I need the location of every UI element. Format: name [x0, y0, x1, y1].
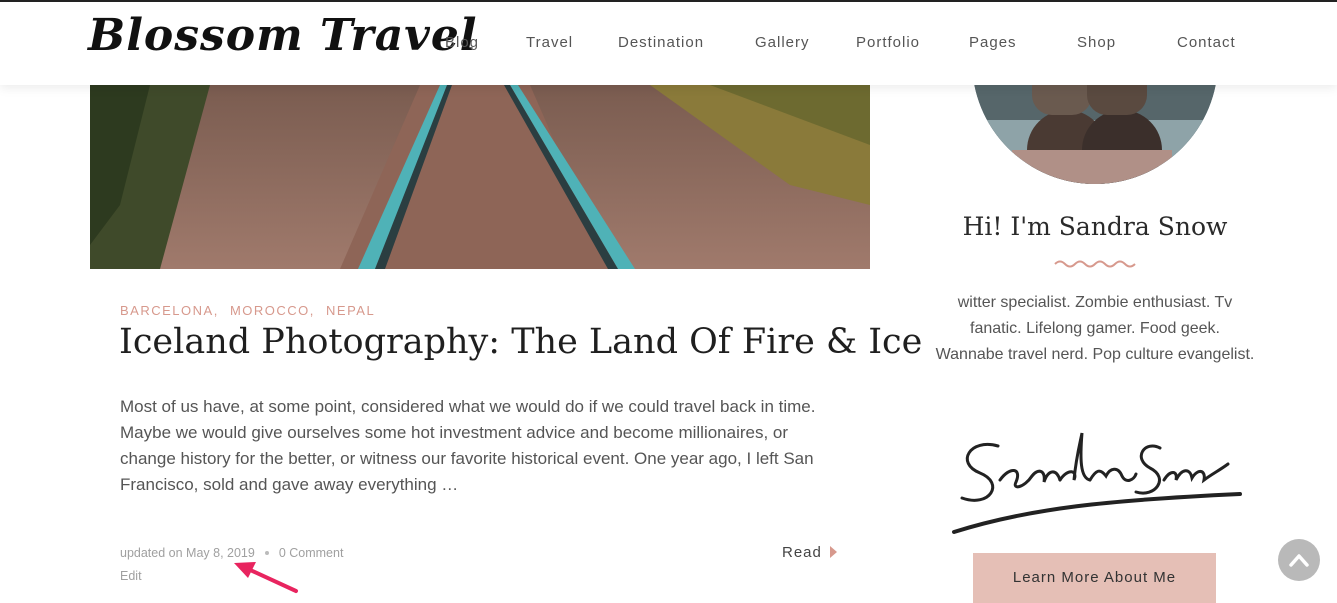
category-link[interactable]: BARCELONA,: [120, 303, 219, 318]
nav-portfolio[interactable]: Portfolio: [856, 34, 920, 51]
separator-dot: [264, 551, 269, 555]
learn-more-button[interactable]: Learn More About Me: [973, 553, 1216, 603]
author-greeting: Hi! I'm Sandra Snow: [962, 212, 1228, 241]
category-link[interactable]: NEPAL: [326, 303, 375, 318]
post-categories: BARCELONA, MOROCCO, NEPAL: [120, 303, 381, 318]
nav-blog[interactable]: Blog: [445, 34, 479, 51]
nav-shop[interactable]: Shop: [1077, 34, 1116, 51]
wave-icon: [1054, 260, 1136, 268]
nav-gallery[interactable]: Gallery: [755, 34, 810, 51]
post-edit-link[interactable]: Edit: [120, 569, 142, 583]
main-nav: Blog Travel Destination Gallery Portfoli…: [0, 34, 1337, 58]
read-more-link[interactable]: Read: [782, 544, 837, 561]
site-header: Blossom Travel Blog Travel Destination G…: [0, 2, 1337, 85]
railway-image: [90, 85, 870, 269]
nav-travel[interactable]: Travel: [526, 34, 573, 51]
caret-right-icon: [829, 546, 837, 558]
post-title[interactable]: Iceland Photography: The Land Of Fire & …: [119, 322, 922, 362]
read-more-label: Read: [782, 544, 822, 561]
annotation-arrow-icon: [234, 562, 298, 593]
top-border: [0, 0, 1337, 2]
scroll-to-top-button[interactable]: [1278, 539, 1320, 581]
nav-destination[interactable]: Destination: [618, 34, 704, 51]
chevron-up-icon: [1289, 554, 1309, 567]
author-bio: witter specialist. Zombie enthusiast. Tv…: [935, 294, 1255, 363]
author-signature: [952, 432, 1242, 534]
post-featured-image[interactable]: [90, 85, 870, 269]
post-excerpt: Most of us have, at some point, consider…: [120, 397, 816, 494]
nav-contact[interactable]: Contact: [1177, 34, 1236, 51]
nav-pages[interactable]: Pages: [969, 34, 1017, 51]
category-link[interactable]: MOROCCO,: [230, 303, 315, 318]
